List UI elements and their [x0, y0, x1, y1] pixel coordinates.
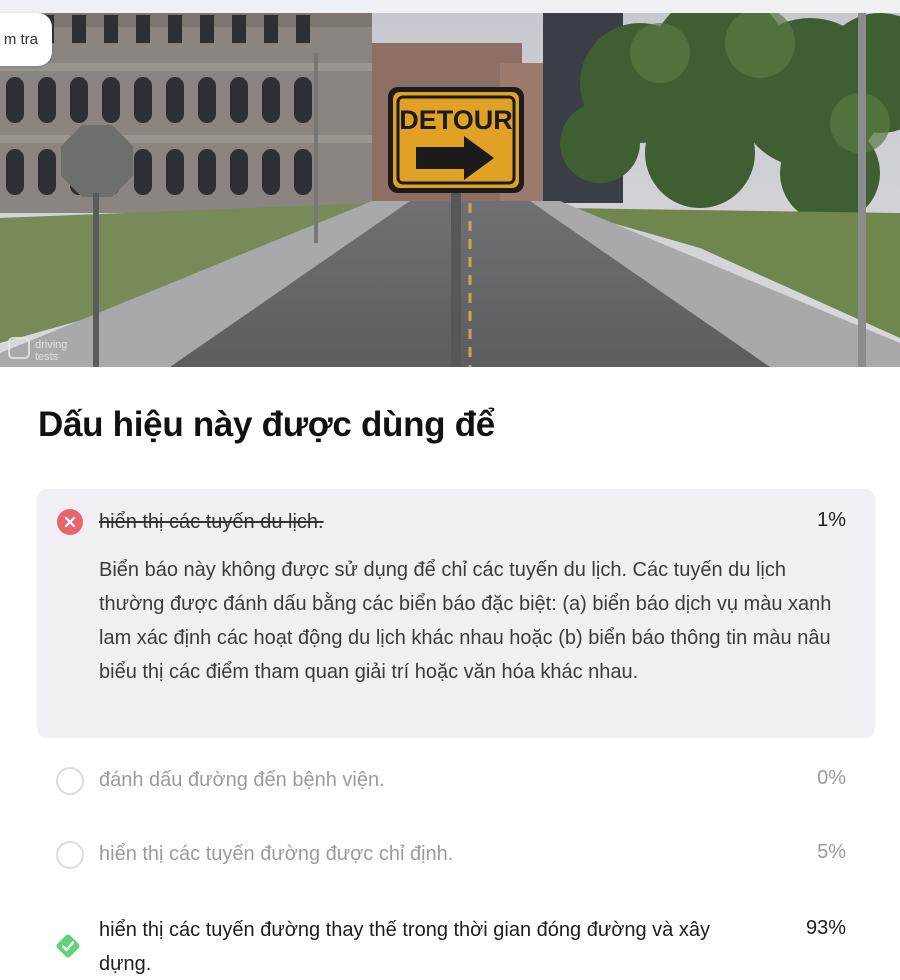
answer-percent: 0%: [817, 767, 846, 789]
top-strip: [0, 0, 900, 13]
answer-label: đánh dấu đường đến bệnh viện.: [99, 769, 385, 791]
answer-option-2[interactable]: đánh dấu đường đến bệnh viện. 0%: [37, 763, 875, 799]
answer-label: hiển thị các tuyến đường thay thế trong …: [99, 919, 710, 975]
answer-explanation: Biển báo này không được sử dụng để chỉ c…: [99, 559, 832, 683]
answer-option-3[interactable]: hiển thị các tuyến đường được chỉ định. …: [37, 837, 875, 873]
question-title: Dấu hiệu này được dùng để: [38, 405, 495, 444]
section-tag[interactable]: m tra: [0, 13, 52, 66]
detour-sign-text: DETOUR: [399, 105, 513, 135]
sign-post: [451, 193, 461, 367]
answer-percent: 93%: [805, 917, 846, 939]
x-circle-icon: [57, 509, 83, 535]
answer-option-4[interactable]: hiển thị các tuyến đường thay thế trong …: [37, 913, 875, 980]
answer-percent: 1%: [817, 509, 846, 531]
octagon-sign-back: [61, 125, 133, 197]
question-image: DETOUR driving tests: [0, 13, 900, 367]
empty-radio-icon: [56, 767, 84, 795]
check-diamond-icon: [53, 931, 83, 961]
watermark-line1: driving: [35, 339, 67, 351]
watermark-line2: tests: [35, 351, 59, 363]
answer-option-1[interactable]: hiển thị các tuyến du lịch. 1% Biển báo …: [37, 489, 875, 738]
empty-radio-icon: [56, 841, 84, 869]
answer-label: hiển thị các tuyến du lịch.: [99, 511, 324, 533]
answer-percent: 5%: [817, 841, 846, 863]
section-tag-label: m tra: [3, 31, 38, 48]
street-scene-illustration: DETOUR driving tests: [0, 13, 900, 367]
answer-label: hiển thị các tuyến đường được chỉ định.: [99, 843, 454, 865]
